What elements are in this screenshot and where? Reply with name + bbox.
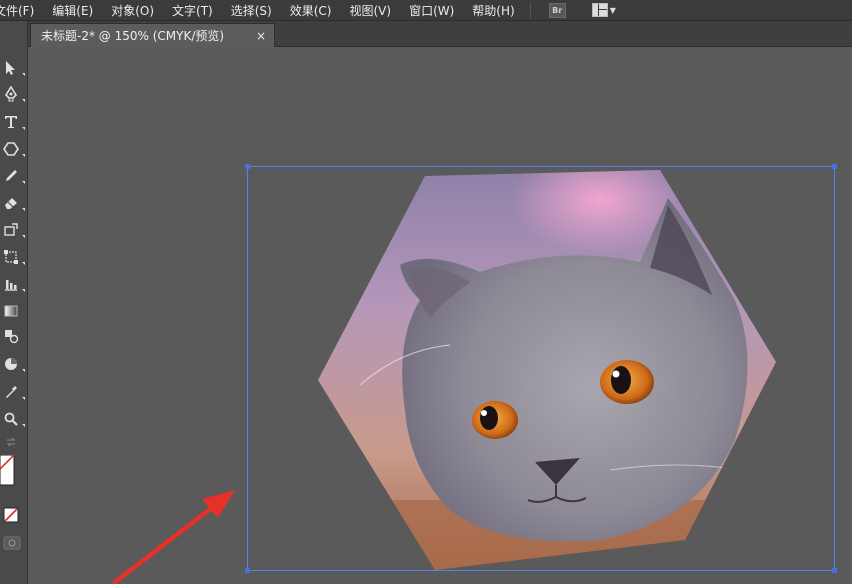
- annotation-arrow: [112, 490, 235, 584]
